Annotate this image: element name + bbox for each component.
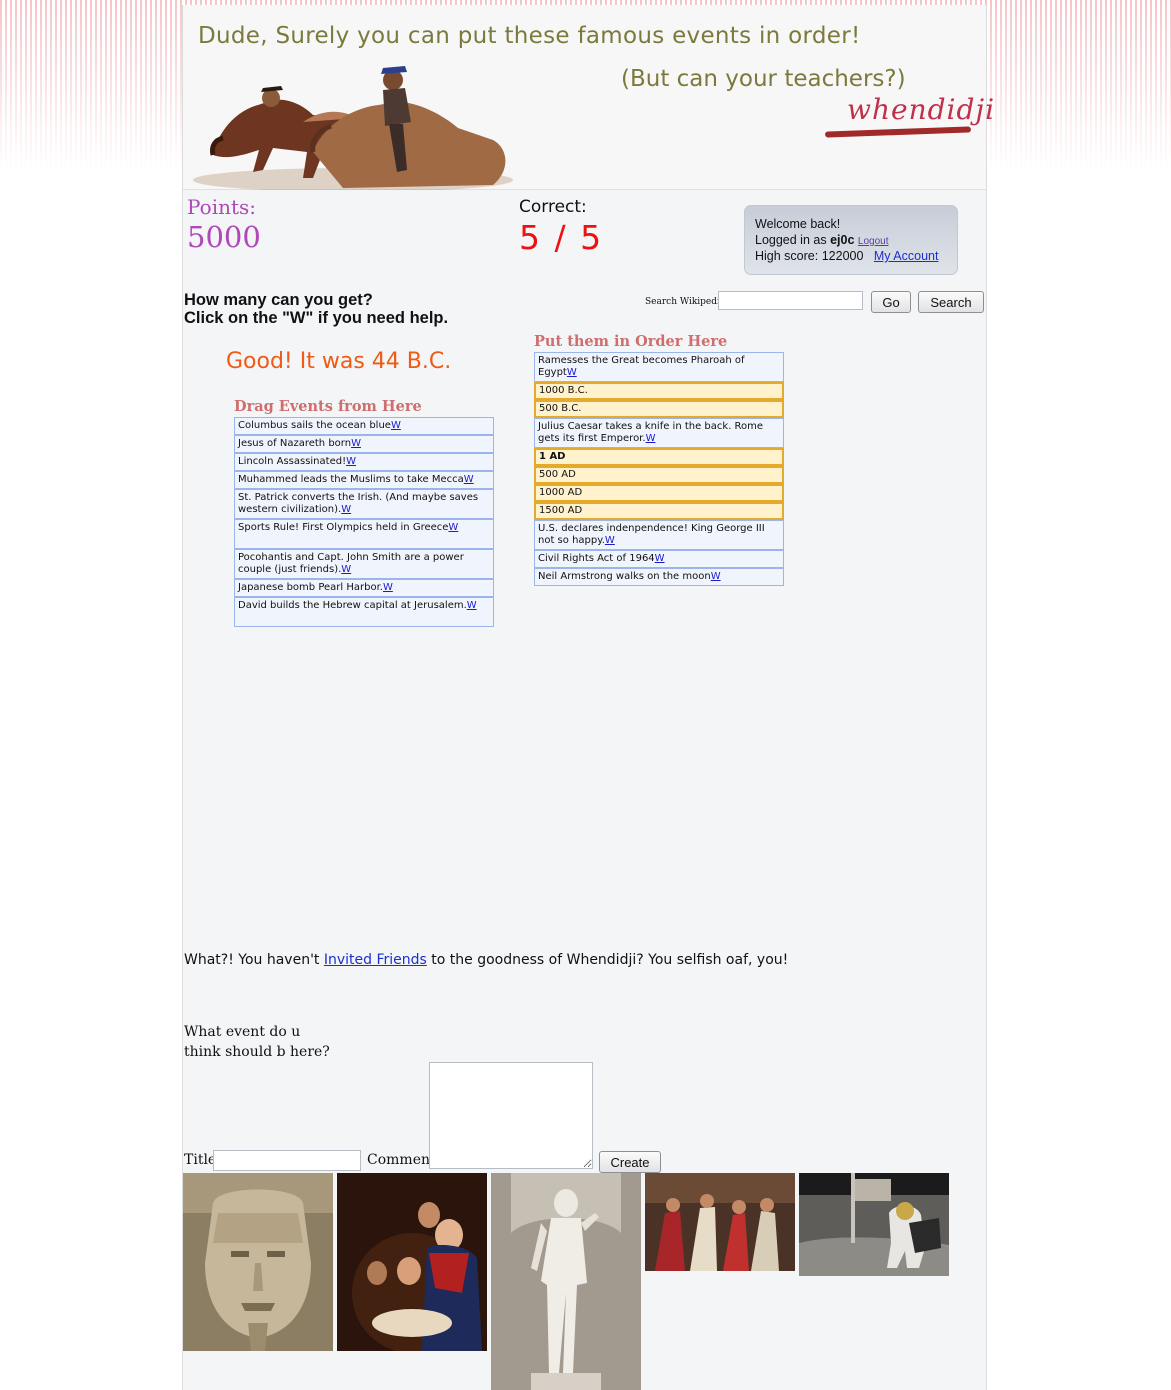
timeline-slot[interactable]: 500 B.C. [534,400,784,418]
title-label: Title [184,1152,217,1168]
page-container: Dude, Surely you can put these famous ev… [182,5,994,1390]
caesar-assassination-painting-image[interactable] [645,1173,795,1271]
event-item[interactable]: Sports Rule! First Olympics held in Gree… [234,519,494,549]
wikipedia-help-link[interactable]: W [341,504,351,515]
event-text: U.S. declares indenpendence! King George… [538,523,765,546]
event-text: Japanese bomb Pearl Harbor. [238,582,383,593]
drag-list-title: Drag Events from Here [234,398,422,415]
event-item[interactable]: Julius Caesar takes a knife in the back.… [534,418,784,448]
my-account-link[interactable]: My Account [874,249,939,263]
site-header: Dude, Surely you can put these famous ev… [183,5,994,190]
wikipedia-help-link[interactable]: W [464,474,474,485]
create-button[interactable]: Create [599,1151,661,1173]
event-item[interactable]: Jesus of Nazareth bornW [234,435,494,453]
search-button[interactable]: Search [918,291,984,313]
event-item[interactable]: St. Patrick converts the Irish. (And may… [234,489,494,519]
event-text: Neil Armstrong walks on the moon [538,571,711,582]
timeline-slot[interactable]: 1500 AD [534,502,784,520]
timeline-slot[interactable]: 1000 AD [534,484,784,502]
logo-underline [824,126,972,138]
event-text: St. Patrick converts the Irish. (And may… [238,492,479,515]
david-statue-image[interactable] [491,1173,641,1390]
invite-text-after: to the goodness of Whendidji? You selfis… [426,952,789,968]
event-text: 1000 AD [539,487,583,498]
comment-textarea[interactable] [429,1062,593,1169]
go-button[interactable]: Go [871,291,911,313]
timeline-slot[interactable]: 500 AD [534,466,784,484]
event-item[interactable]: Neil Armstrong walks on the moonW [534,568,784,586]
wikipedia-help-link[interactable]: W [567,367,577,378]
ramesses-statue-image[interactable] [183,1173,333,1351]
wikipedia-help-link[interactable]: W [605,535,615,546]
order-events-list: Ramesses the Great becomes Pharoah of Eg… [534,352,784,586]
wikipedia-help-link[interactable]: W [467,600,477,611]
title-input[interactable] [213,1150,361,1171]
event-text: 1000 B.C. [539,385,588,396]
event-item[interactable]: U.S. declares indenpendence! King George… [534,520,784,550]
event-item[interactable]: Columbus sails the ocean blueW [234,417,494,435]
logout-link[interactable]: Logout [858,236,889,247]
correct-value: 5 / 5 [519,218,604,257]
account-panel: Welcome back! Logged in as ej0c Logout H… [744,205,958,275]
event-text: 500 B.C. [539,403,582,414]
logged-in-line: Logged in as ej0c Logout [755,233,889,247]
timeline-slot[interactable]: 1000 B.C. [534,382,784,400]
moon-landing-image[interactable] [799,1173,949,1276]
comment-label: Comment [367,1152,436,1168]
event-item[interactable]: Pocohantis and Capt. John Smith are a po… [234,549,494,579]
event-text: 1 AD [539,451,566,462]
wikipedia-help-link[interactable]: W [391,420,401,431]
event-item[interactable]: Japanese bomb Pearl Harbor.W [234,579,494,597]
logged-in-prefix: Logged in as [755,233,827,247]
wikipedia-help-link[interactable]: W [711,571,721,582]
wikipedia-help-link[interactable]: W [448,522,458,533]
search-wikipedia-input[interactable] [718,291,863,310]
event-item[interactable]: Muhammed leads the Muslims to take Mecca… [234,471,494,489]
event-item[interactable]: Civil Rights Act of 1964W [534,550,784,568]
invite-text-before: What?! You haven't [184,952,324,968]
invite-message: What?! You haven't Invited Friends to th… [184,952,788,968]
drag-events-list: Columbus sails the ocean blueW Jesus of N… [234,417,494,627]
high-score-value: 122000 [821,249,864,263]
order-list-title: Put them in Order Here [534,333,728,350]
event-item[interactable]: David builds the Hebrew capital at Jerus… [234,597,494,627]
wikipedia-help-link[interactable]: W [383,582,393,593]
welcome-text: Welcome back! [755,217,841,231]
event-text: David builds the Hebrew capital at Jerus… [238,600,467,611]
high-score-line: High score: 122000 My Account [755,249,938,263]
points-value: 5000 [187,220,261,254]
wikipedia-help-link[interactable]: W [346,456,356,467]
wikipedia-help-link[interactable]: W [351,438,361,449]
event-text: Columbus sails the ocean blue [238,420,391,431]
event-text: Jesus of Nazareth born [238,438,352,449]
tagline: Dude, Surely you can put these famous ev… [198,23,861,49]
site-logo[interactable]: whendidji [847,93,995,126]
wikipedia-help-link[interactable]: W [646,433,656,444]
instructions-line-1: How many can you get? [184,291,373,309]
event-item[interactable]: Ramesses the Great becomes Pharoah of Eg… [534,352,784,382]
instructions: How many can you get? Click on the "W" i… [184,291,448,327]
event-text: Sports Rule! First Olympics held in Gree… [238,522,449,533]
horse-riders-image [193,66,513,190]
points-label: Points: [187,195,257,219]
event-item[interactable]: Lincoln Assassinated!W [234,453,494,471]
event-text: Civil Rights Act of 1964 [538,553,655,564]
event-text: 500 AD [539,469,576,480]
suggest-question: What event do u think should b here? [184,1024,330,1060]
nativity-painting-image[interactable] [337,1173,487,1351]
correct-label: Correct: [519,197,587,217]
timeline-slot[interactable]: 1 AD [534,448,784,466]
high-score-label: High score: [755,249,819,263]
feedback-message: Good! It was 44 B.C. [226,349,452,374]
subtagline: (But can your teachers?) [621,66,906,92]
event-text: Muhammed leads the Muslims to take Mecca [238,474,464,485]
event-text: 1500 AD [539,505,583,516]
instructions-line-2: Click on the "W" if you need help. [184,309,449,327]
username: ej0c [830,233,855,247]
wikipedia-help-link[interactable]: W [655,553,665,564]
invite-friends-link[interactable]: Invited Friends [324,952,427,968]
event-text: Lincoln Assassinated! [238,456,347,467]
search-wikipedia-label: Search Wikipedia [645,297,726,307]
wikipedia-help-link[interactable]: W [341,564,351,575]
